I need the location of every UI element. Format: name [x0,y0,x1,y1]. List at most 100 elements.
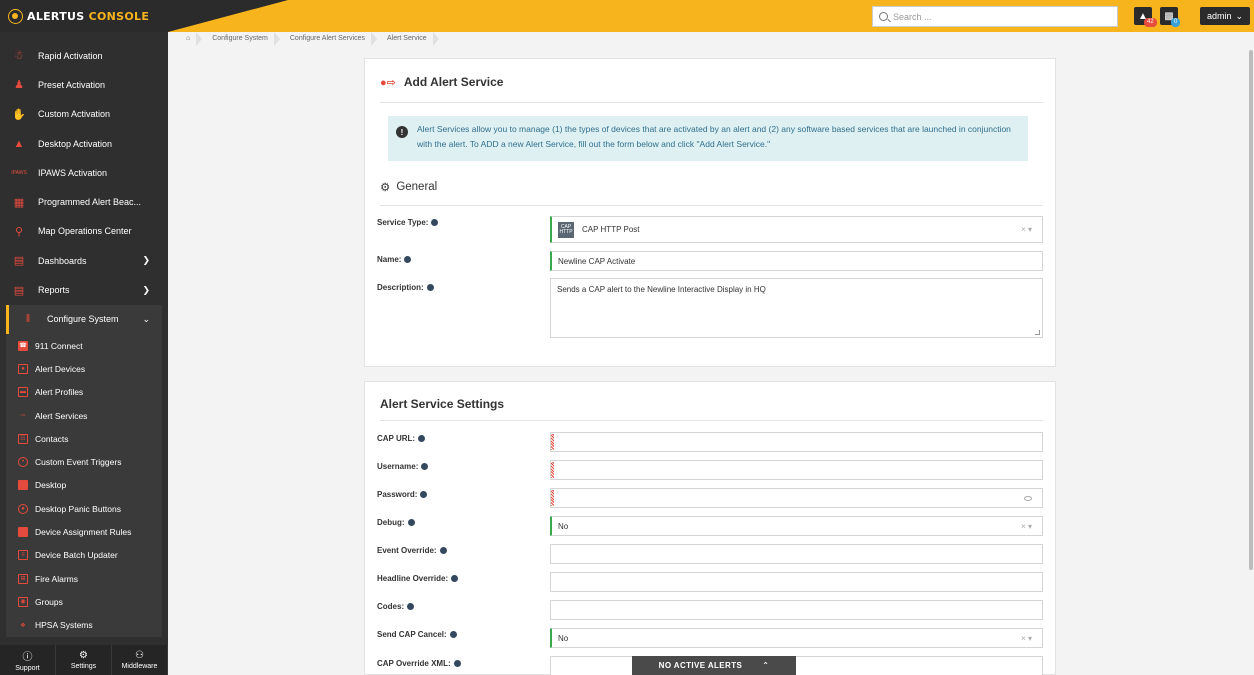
panic-button-icon: ● [18,503,28,514]
user-menu-button[interactable]: admin ⌄ [1200,7,1250,25]
help-icon[interactable] [407,603,415,610]
help-icon[interactable] [449,631,457,638]
event-override-label: Event Override: [377,546,447,555]
sidebar-subitem-hpsa-systems[interactable]: ❖ HPSA Systems [6,614,162,637]
trigger-icon: • [18,457,28,468]
alertus-logo-icon [8,8,23,24]
alerts-badge: 42 [1144,18,1157,27]
service-type-label: Service Type: [377,218,439,227]
breadcrumb-alert-service: Alert Service [377,32,439,46]
sidebar-subitem-alert-devices[interactable]: ● Alert Devices [6,357,162,380]
active-alerts-label: NO ACTIVE ALERTS [658,661,743,670]
help-icon[interactable] [453,660,461,667]
phone-icon: ☎ [18,340,28,351]
fire-alarm-icon: ⊞ [18,573,28,584]
help-icon[interactable] [421,463,429,470]
brand-name: ALERTUS CONSOLE [27,9,150,23]
sidebar-subitem-911-connect[interactable]: ☎ 911 Connect [6,334,162,357]
cap-override-xml-field[interactable] [550,656,1043,675]
sidebar-item-desktop-activation[interactable]: ▲ Desktop Activation [0,129,168,158]
help-icon[interactable] [426,284,434,291]
eye-icon[interactable] [1024,495,1032,501]
sidebar-subitem-device-assignment-rules[interactable]: Device Assignment Rules [6,520,162,543]
chevron-right-icon: ❯ [142,284,150,295]
headline-override-field[interactable] [550,572,1043,592]
help-icon[interactable] [439,547,447,554]
users-badge: 0 [1171,18,1181,27]
search-icon [879,12,888,21]
send-cap-cancel-select[interactable]: No × ▾ [550,628,1043,648]
device-icon: ● [18,363,28,374]
clear-icon[interactable]: × ▾ [1021,522,1032,531]
name-field[interactable]: Newline CAP Activate [550,251,1043,271]
sidebar: ☃ Rapid Activation ♟ Preset Activation ✋… [0,32,168,675]
megaphone-icon: ☃ [14,50,24,63]
gear-icon: ⚙ [380,182,391,194]
service-type-select[interactable]: CAP HTTP CAP HTTP Post × ▾ [550,216,1043,243]
debug-select[interactable]: No × ▾ [550,516,1043,536]
info-text: Alert Services allow you to manage (1) t… [417,124,1011,149]
password-field[interactable] [550,488,1043,508]
top-bar: ALERTUS CONSOLE Search ... ▲ 42 ▩ 0 admi… [0,0,1254,32]
home-icon[interactable]: ⌂ [176,32,203,46]
cap-http-icon: CAP HTTP [558,221,574,238]
sidebar-item-preset-activation[interactable]: ♟ Preset Activation [0,70,168,99]
page-scrollbar[interactable] [1248,32,1254,675]
sidebar-subitem-alert-profiles[interactable]: ▬ Alert Profiles [6,381,162,404]
alert-service-icon: ●⇨ [380,76,396,89]
description-field[interactable]: Sends a CAP alert to the Newline Interac… [550,278,1043,338]
breadcrumb: ⌂ Configure System Configure Alert Servi… [168,32,1254,46]
sidebar-item-custom-activation[interactable]: ✋ Custom Activation [0,100,168,129]
clear-icon[interactable]: × ▾ [1021,225,1032,234]
sidebar-item-rapid-activation[interactable]: ☃ Rapid Activation [0,41,168,70]
info-icon: ! [396,126,408,138]
ipaws-icon: IPAWS [11,169,27,176]
breadcrumb-configure-alert-services[interactable]: Configure Alert Services [280,32,378,46]
help-icon[interactable] [420,491,428,498]
sidebar-subitem-custom-event-triggers[interactable]: • Custom Event Triggers [6,450,162,473]
section-title-general: ⚙ General [380,181,438,194]
middleware-icon: ⚇ [135,650,144,661]
search-input[interactable]: Search ... [872,6,1118,27]
codes-field[interactable] [550,600,1043,620]
sidebar-item-configure-system[interactable]: ‖ Configure System ⌄ [6,304,162,334]
sidebar-subitem-device-batch-updater[interactable]: ≡ Device Batch Updater [6,544,162,567]
middleware-button[interactable]: ⚇ Middleware [112,645,168,675]
brand[interactable]: ALERTUS CONSOLE [0,0,168,32]
sidebar-subitem-fire-alarms[interactable]: ⊞ Fire Alarms [6,567,162,590]
rules-icon [18,526,28,537]
username-field[interactable] [550,460,1043,480]
active-alerts-bar[interactable]: NO ACTIVE ALERTS ⌃ [632,656,796,675]
cap-url-field[interactable] [550,432,1043,452]
settings-title: Alert Service Settings [380,397,505,411]
password-label: Password: [377,490,428,499]
add-alert-service-card: ●⇨ Add Alert Service ! Alert Services al… [364,58,1056,367]
support-button[interactable]: ⓘ Support [0,645,56,675]
help-icon[interactable] [451,575,459,582]
help-icon[interactable] [404,256,412,263]
sidebar-subitem-contacts[interactable]: ☷ Contacts [6,427,162,450]
help-icon[interactable] [407,519,415,526]
hpsa-icon: ❖ [20,622,26,629]
dashboard-icon: ▤ [13,255,25,268]
sidebar-item-map-operations-center[interactable]: ⚲ Map Operations Center [0,217,168,246]
sidebar-item-reports[interactable]: ▤ Reports ❯ [0,275,168,304]
sidebar-item-programmed-alert-beacon[interactable]: ▦ Programmed Alert Beac... [0,187,168,216]
divider [380,102,1043,103]
sidebar-subitem-desktop[interactable]: Desktop [6,474,162,497]
sidebar-item-ipaws-activation[interactable]: IPAWS IPAWS Activation [0,158,168,187]
sidebar-subitem-alert-services[interactable]: ⇨ Alert Services [6,404,162,427]
reports-icon: ▤ [13,284,25,297]
resize-handle-icon[interactable] [1035,330,1040,335]
sidebar-subitem-desktop-panic-buttons[interactable]: ● Desktop Panic Buttons [6,497,162,520]
event-override-field[interactable] [550,544,1043,564]
sidebar-subitem-groups[interactable]: ◉ Groups [6,590,162,613]
help-icon[interactable] [418,435,426,442]
clear-icon[interactable]: × ▾ [1021,634,1032,643]
settings-button[interactable]: ⚙ Settings [56,645,112,675]
breadcrumb-configure-system[interactable]: Configure System [202,32,280,46]
help-icon[interactable] [431,219,439,226]
scrollbar-thumb[interactable] [1249,50,1253,570]
username-label: Username: [377,462,429,471]
sidebar-item-dashboards[interactable]: ▤ Dashboards ❯ [0,246,168,275]
